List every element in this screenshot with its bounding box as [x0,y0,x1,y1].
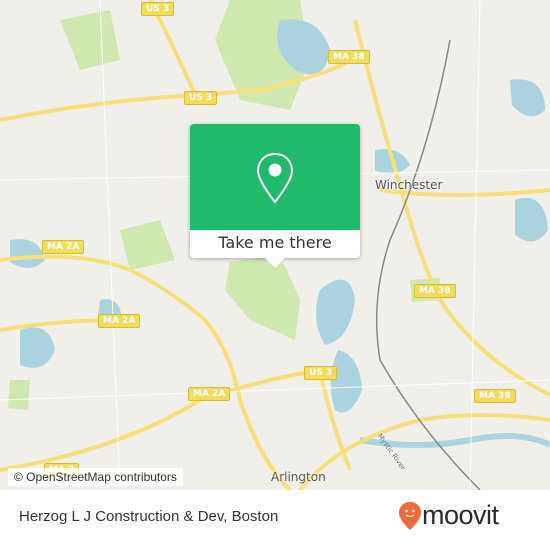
take-me-there-button[interactable]: Take me there [190,230,360,258]
popup-tail [265,258,285,268]
map-pin-icon [256,152,294,204]
place-label-winchester: Winchester [375,178,443,192]
moovit-wordmark: moovit [422,500,499,530]
route-shield: MA 38 [414,284,456,298]
route-shield: US 3 [141,2,175,16]
route-shield: MA 2A [42,240,85,254]
route-shield: MA 2A [98,314,141,328]
moovit-pin-icon [399,501,421,530]
footer: Herzog L J Construction & Dev, Boston mo… [0,490,550,550]
attribution[interactable]: © OpenStreetMap contributors [8,468,183,486]
place-label-arlington: Arlington [271,470,326,484]
popup-header [190,124,360,230]
route-shield: MA 38 [474,389,516,403]
route-shield: US 3 [184,91,218,105]
route-shield: MA 2A [188,387,231,401]
route-shield: MA 38 [328,50,370,64]
route-shield: US 3 [304,366,338,380]
map[interactable]: US 3 US 3 US 3 MA 38 MA 38 MA 38 MA 2A M… [0,0,550,490]
place-title: Herzog L J Construction & Dev, Boston [19,508,279,525]
destination-popup: Take me there [190,124,360,268]
moovit-logo[interactable]: moovit [398,500,499,531]
